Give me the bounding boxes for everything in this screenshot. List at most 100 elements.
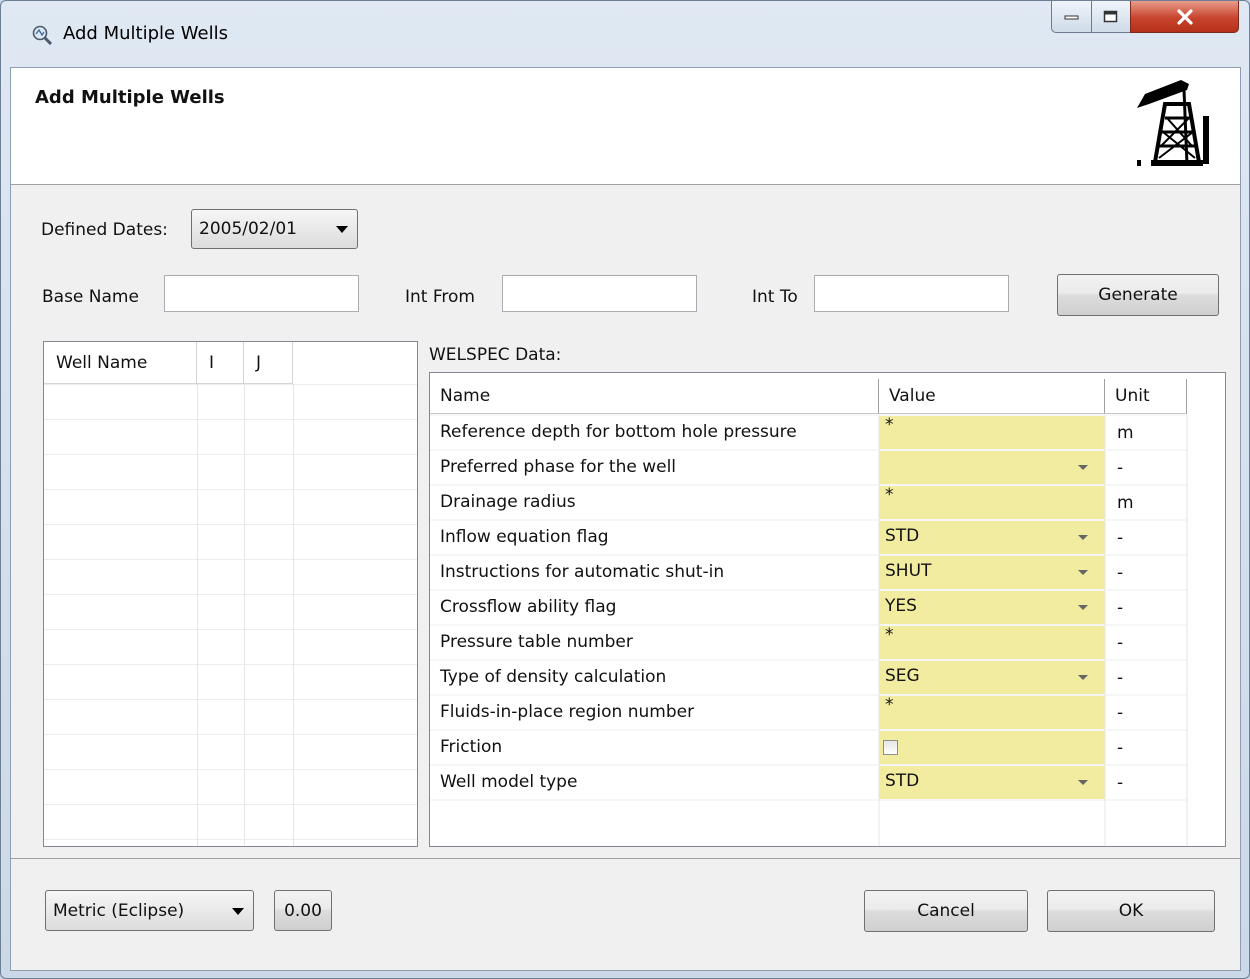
well-table-grid xyxy=(44,384,417,846)
int-from-label: Int From xyxy=(405,287,475,307)
welspec-row-value-text: * xyxy=(885,485,894,505)
base-name-input[interactable] xyxy=(164,275,359,312)
welspec-row-value-text: STD xyxy=(885,526,920,546)
welspec-row[interactable]: Friction - xyxy=(430,730,1225,765)
chevron-down-icon[interactable] xyxy=(1078,605,1088,610)
defined-dates-value: 2005/02/01 xyxy=(199,219,297,239)
maximize-button[interactable] xyxy=(1091,1,1131,33)
welspec-row-unit: - xyxy=(1117,738,1124,758)
welspec-row-value[interactable] xyxy=(879,451,1105,484)
welspec-row-value[interactable]: STD xyxy=(879,766,1105,799)
welspec-row-unit: - xyxy=(1117,598,1124,618)
column-header-j[interactable]: J xyxy=(244,342,293,384)
welspec-row-name: Reference depth for bottom hole pressure xyxy=(440,422,797,442)
welspec-row-unit: - xyxy=(1117,633,1124,653)
welspec-row-value[interactable]: * xyxy=(879,416,1105,449)
chevron-down-icon[interactable] xyxy=(1078,465,1088,470)
column-header-well-name[interactable]: Well Name xyxy=(44,342,197,384)
chevron-down-icon[interactable] xyxy=(1078,570,1088,575)
title-bar[interactable]: Add Multiple Wells xyxy=(1,1,1249,67)
header-band: Add Multiple Wells xyxy=(11,68,1240,185)
dialog-window: Add Multiple Wells Add Multiple Wells De… xyxy=(0,0,1250,979)
chevron-down-icon[interactable] xyxy=(1078,675,1088,680)
welspec-row-name: Preferred phase for the well xyxy=(440,457,677,477)
welspec-row-value[interactable]: STD xyxy=(879,521,1105,554)
welspec-row-value[interactable]: * xyxy=(879,696,1105,729)
welspec-row[interactable]: Drainage radius * m xyxy=(430,485,1225,520)
welspec-row[interactable]: Pressure table number * - xyxy=(430,625,1225,660)
welspec-row-value-text: SEG xyxy=(885,666,920,686)
generate-button[interactable]: Generate xyxy=(1057,274,1219,316)
app-icon xyxy=(32,25,53,45)
welspec-table[interactable]: Name Value Unit Reference depth for bott… xyxy=(429,372,1226,847)
welspec-data-label: WELSPEC Data: xyxy=(429,345,562,365)
welspec-row-unit: - xyxy=(1117,668,1124,688)
welspec-row-unit: - xyxy=(1117,528,1124,548)
column-header-name[interactable]: Name xyxy=(430,379,879,414)
int-from-input[interactable] xyxy=(502,275,697,312)
welspec-row-value[interactable]: SEG xyxy=(879,661,1105,694)
welspec-row-unit: - xyxy=(1117,458,1124,478)
dialog-client-area: Add Multiple Wells Defined Dates: 2005/0… xyxy=(10,67,1241,971)
welspec-row[interactable]: Instructions for automatic shut-in SHUT - xyxy=(430,555,1225,590)
column-header-unit[interactable]: Unit xyxy=(1105,379,1187,414)
int-to-input[interactable] xyxy=(814,275,1009,312)
welspec-row-unit: m xyxy=(1117,493,1134,513)
welspec-row-value-text: * xyxy=(885,625,894,645)
welspec-row-value-text: * xyxy=(885,415,894,435)
welspec-row-name: Fluids-in-place region number xyxy=(440,702,695,722)
welspec-row[interactable]: Crossflow ability flag YES - xyxy=(430,590,1225,625)
welspec-row-value-text: SHUT xyxy=(885,561,932,581)
cancel-button[interactable]: Cancel xyxy=(864,890,1028,932)
welspec-row-unit: - xyxy=(1117,773,1124,793)
welspec-row-name: Well model type xyxy=(440,772,578,792)
welspec-row-value[interactable]: * xyxy=(879,626,1105,659)
well-table-header: Well Name I J xyxy=(44,342,417,384)
welspec-row-value-text: YES xyxy=(885,596,917,616)
welspec-row-unit: - xyxy=(1117,703,1124,723)
column-header-i[interactable]: I xyxy=(197,342,244,384)
welspec-row-name: Type of density calculation xyxy=(440,667,667,687)
column-header-value[interactable]: Value xyxy=(879,379,1105,414)
welspec-row-name: Friction xyxy=(440,737,503,757)
welspec-row-name: Crossflow ability flag xyxy=(440,597,617,617)
maximize-icon xyxy=(1103,10,1118,22)
base-name-label: Base Name xyxy=(42,287,139,307)
minimize-icon xyxy=(1064,15,1078,19)
ok-button[interactable]: OK xyxy=(1047,890,1215,932)
welspec-row-value[interactable] xyxy=(879,731,1105,764)
welspec-row-value-text: * xyxy=(885,695,894,715)
oil-rig-icon xyxy=(1137,80,1209,166)
defined-dates-dropdown[interactable]: 2005/02/01 xyxy=(191,209,358,249)
welspec-row[interactable]: Fluids-in-place region number * - xyxy=(430,695,1225,730)
welspec-row-value[interactable]: SHUT xyxy=(879,556,1105,589)
welspec-row-unit: - xyxy=(1117,563,1124,583)
welspec-row[interactable]: Reference depth for bottom hole pressure… xyxy=(430,415,1225,450)
footer-divider xyxy=(11,858,1240,859)
close-icon xyxy=(1176,8,1193,25)
welspec-row-name: Instructions for automatic shut-in xyxy=(440,562,725,582)
minimize-button[interactable] xyxy=(1051,1,1092,33)
friction-checkbox[interactable] xyxy=(883,740,898,755)
chevron-down-icon xyxy=(336,226,348,233)
unit-system-value: Metric (Eclipse) xyxy=(53,900,185,921)
welspec-row-name: Drainage radius xyxy=(440,492,576,512)
welspec-row-value[interactable]: * xyxy=(879,486,1105,519)
welspec-row[interactable]: Inflow equation flag STD - xyxy=(430,520,1225,555)
welspec-row-value[interactable]: YES xyxy=(879,591,1105,624)
int-to-label: Int To xyxy=(752,287,798,307)
welspec-row-name: Pressure table number xyxy=(440,632,633,652)
unit-system-dropdown[interactable]: Metric (Eclipse) xyxy=(45,890,254,931)
window-title: Add Multiple Wells xyxy=(63,23,228,44)
welspec-row-name: Inflow equation flag xyxy=(440,527,609,547)
welspec-row[interactable]: Preferred phase for the well - xyxy=(430,450,1225,485)
welspec-row[interactable]: Type of density calculation SEG - xyxy=(430,660,1225,695)
well-list-table[interactable]: Well Name I J xyxy=(43,341,418,847)
chevron-down-icon[interactable] xyxy=(1078,780,1088,785)
chevron-down-icon xyxy=(232,907,244,915)
close-button[interactable] xyxy=(1130,1,1239,33)
header-title: Add Multiple Wells xyxy=(35,87,225,108)
welspec-row[interactable]: Well model type STD - xyxy=(430,765,1225,800)
chevron-down-icon[interactable] xyxy=(1078,535,1088,540)
numeric-value-field[interactable]: 0.00 xyxy=(274,890,332,931)
